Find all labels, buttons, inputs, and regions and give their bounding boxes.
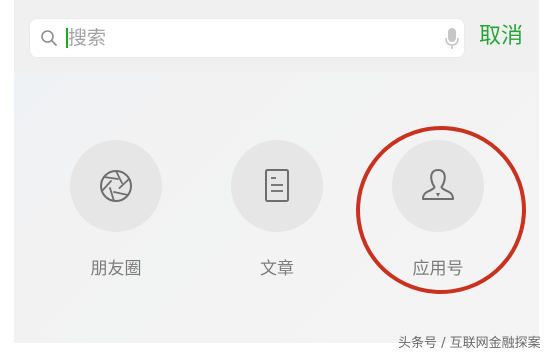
moments-aperture-icon xyxy=(100,170,132,202)
moments-label: 朋友圈 xyxy=(90,259,142,279)
search-category-moments[interactable]: 朋友圈 xyxy=(56,140,176,290)
article-icon xyxy=(265,169,289,202)
articles-icon-circle[interactable] xyxy=(231,140,323,232)
source-watermark: 头条号 / 互联网金融探案 xyxy=(398,336,541,351)
search-bar: 搜索 取消 xyxy=(14,0,539,72)
cancel-button[interactable]: 取消 xyxy=(479,23,523,51)
app-frame: 搜索 取消 朋友圈 文章 应用号 头条号 / 互联网金融探案 xyxy=(0,0,553,358)
moments-icon-circle[interactable] xyxy=(70,140,162,232)
search-category-articles[interactable]: 文章 xyxy=(217,140,337,290)
highlight-circle-annotation xyxy=(345,114,537,306)
search-input[interactable]: 搜索 xyxy=(30,19,464,57)
search-placeholder: 搜索 xyxy=(68,27,107,49)
search-screen: 搜索 取消 朋友圈 文章 应用号 xyxy=(14,0,539,343)
articles-label: 文章 xyxy=(260,259,294,279)
search-icon xyxy=(41,30,57,46)
microphone-icon[interactable] xyxy=(444,27,460,51)
